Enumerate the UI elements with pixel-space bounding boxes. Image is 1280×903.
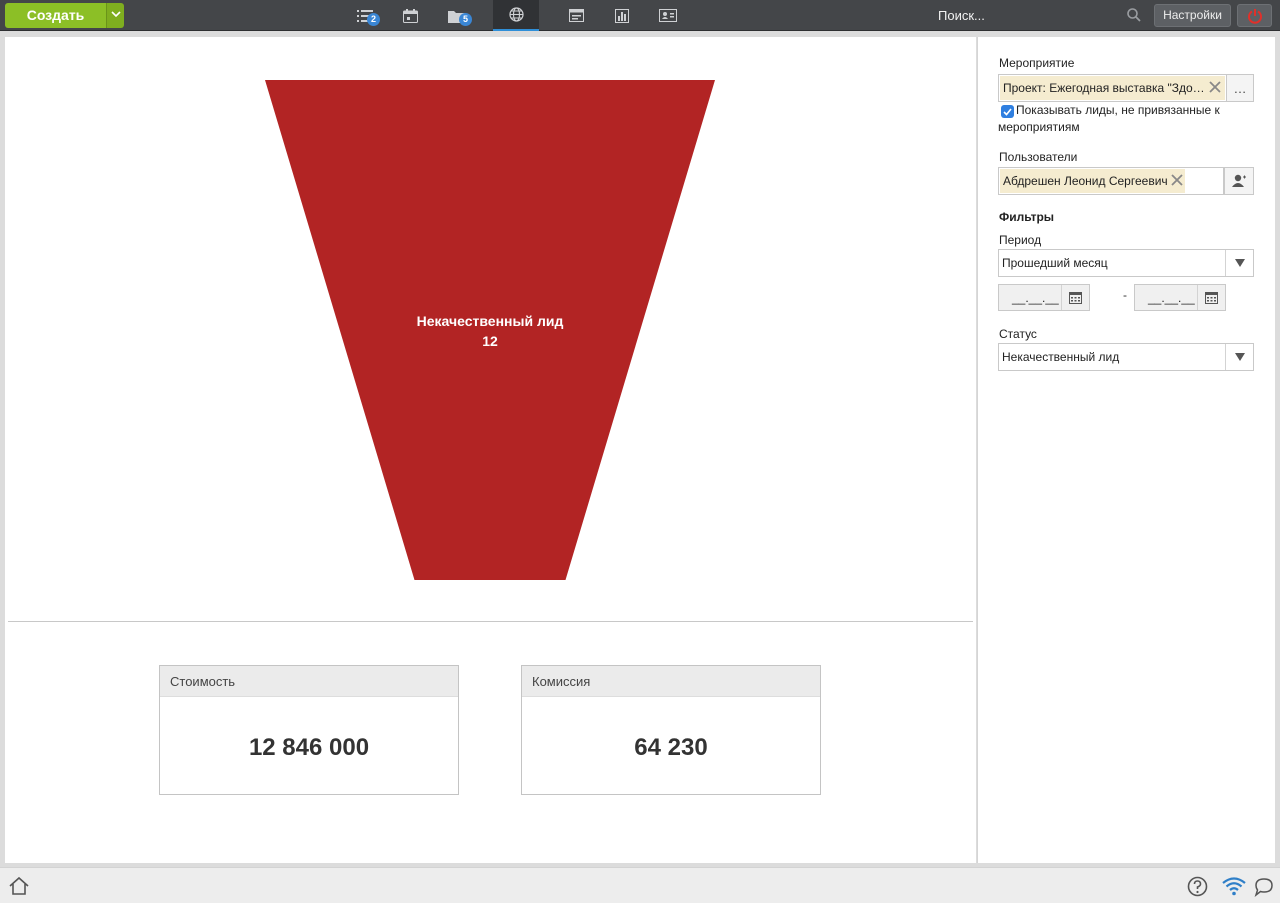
ellipsis-icon: … — [1233, 80, 1247, 96]
contact-card-icon — [659, 9, 677, 22]
period-label: Период — [999, 233, 1042, 247]
event-chip: Проект: Ежегодная выставка "Здо… — [1000, 76, 1225, 100]
top-toolbar: Создать 2 5 Поиск... Настройки — [0, 0, 1280, 31]
chevron-down-icon — [110, 11, 121, 18]
nav-documents[interactable]: 5 — [434, 0, 480, 31]
connection-status[interactable] — [1222, 876, 1246, 899]
user-icon — [1232, 174, 1246, 187]
settings-button[interactable]: Настройки — [1154, 4, 1231, 27]
funnel-stage-name: Некачественный лид — [416, 313, 564, 329]
date-from-field[interactable]: __.__.__ — [998, 284, 1090, 311]
event-label: Мероприятие — [999, 56, 1075, 70]
chat-button[interactable] — [1254, 877, 1274, 900]
period-dropdown-arrow[interactable] — [1225, 250, 1253, 276]
search-input[interactable]: Поиск... — [938, 8, 985, 23]
user-chip-text: Абдрешен Леонид Сергеевич — [1003, 174, 1168, 188]
globe-icon — [508, 7, 524, 22]
report-area: Некачественный лид 12 Стоимость 12 846 0… — [5, 37, 976, 863]
bottom-status-bar — [0, 867, 1280, 903]
tasks-count-badge: 2 — [367, 13, 380, 26]
event-chip-text: Проект: Ежегодная выставка "Здо… — [1003, 81, 1205, 95]
chat-bubble-icon — [1254, 878, 1273, 898]
nav-contacts[interactable] — [645, 0, 691, 31]
calendar-icon — [1069, 292, 1082, 304]
period-select-value: Прошедший месяц — [1002, 256, 1108, 270]
remove-event-icon[interactable] — [1208, 80, 1222, 94]
metric-title: Комиссия — [522, 666, 820, 697]
date-to-calendar-button[interactable] — [1197, 285, 1225, 310]
date-from-value: __.__.__ — [1012, 291, 1059, 305]
power-icon — [1247, 8, 1262, 24]
nav-tasks[interactable]: 2 — [342, 0, 388, 31]
date-to-value: __.__.__ — [1148, 291, 1195, 305]
metric-card-cost: Стоимость 12 846 000 — [159, 665, 459, 795]
calendar-icon — [1205, 292, 1218, 304]
metric-value: 12 846 000 — [248, 734, 370, 761]
help-button[interactable] — [1187, 876, 1208, 900]
funnel-stage-label: Некачественный лид 12 — [385, 311, 595, 351]
filters-section-title: Фильтры — [999, 210, 1055, 224]
period-select[interactable]: Прошедший месяц — [998, 249, 1254, 277]
nav-web[interactable] — [493, 0, 539, 31]
show-unlinked-label[interactable]: Показывать лиды, не привязанные к меропр… — [998, 102, 1248, 136]
triangle-down-icon — [1234, 353, 1245, 361]
event-select-button[interactable]: … — [1226, 74, 1254, 102]
status-select[interactable]: Некачественный лид — [998, 343, 1254, 371]
status-label: Статус — [999, 327, 1037, 341]
user-chip: Абдрешен Леонид Сергеевич — [1000, 169, 1185, 193]
status-select-value: Некачественный лид — [1002, 350, 1120, 364]
search-icon[interactable] — [1127, 8, 1141, 25]
users-field[interactable]: Абдрешен Леонид Сергеевич — [998, 167, 1224, 195]
bar-chart-icon — [615, 8, 629, 23]
window-icon — [568, 9, 584, 22]
event-field[interactable]: Проект: Ежегодная выставка "Здо… — [998, 74, 1227, 102]
help-icon — [1187, 876, 1208, 897]
nav-reports[interactable] — [599, 0, 645, 31]
logout-button[interactable] — [1237, 4, 1272, 27]
remove-user-icon[interactable] — [1170, 173, 1184, 187]
nav-news[interactable] — [553, 0, 599, 31]
date-from-calendar-button[interactable] — [1061, 285, 1089, 310]
status-dropdown-arrow[interactable] — [1225, 344, 1253, 370]
divider — [8, 621, 973, 622]
users-select-button[interactable] — [1224, 167, 1254, 195]
date-to-field[interactable]: __.__.__ — [1134, 284, 1226, 311]
home-button[interactable] — [8, 876, 30, 899]
files-count-badge: 5 — [459, 13, 472, 26]
create-button[interactable]: Создать — [5, 3, 106, 28]
metric-card-commission: Комиссия 64 230 — [521, 665, 821, 795]
triangle-down-icon — [1234, 259, 1245, 267]
nav-calendar[interactable] — [387, 0, 433, 31]
wifi-icon — [1222, 877, 1246, 896]
users-label: Пользователи — [999, 150, 1078, 164]
home-icon — [9, 876, 29, 895]
date-range-separator: - — [1123, 288, 1127, 302]
funnel-stage-value: 12 — [482, 333, 498, 349]
filter-panel: Мероприятие Проект: Ежегодная выставка "… — [977, 37, 1275, 863]
calendar-icon — [402, 8, 418, 23]
create-dropdown-button[interactable] — [106, 3, 124, 28]
metric-title: Стоимость — [160, 666, 458, 697]
metric-value: 64 230 — [634, 734, 708, 761]
